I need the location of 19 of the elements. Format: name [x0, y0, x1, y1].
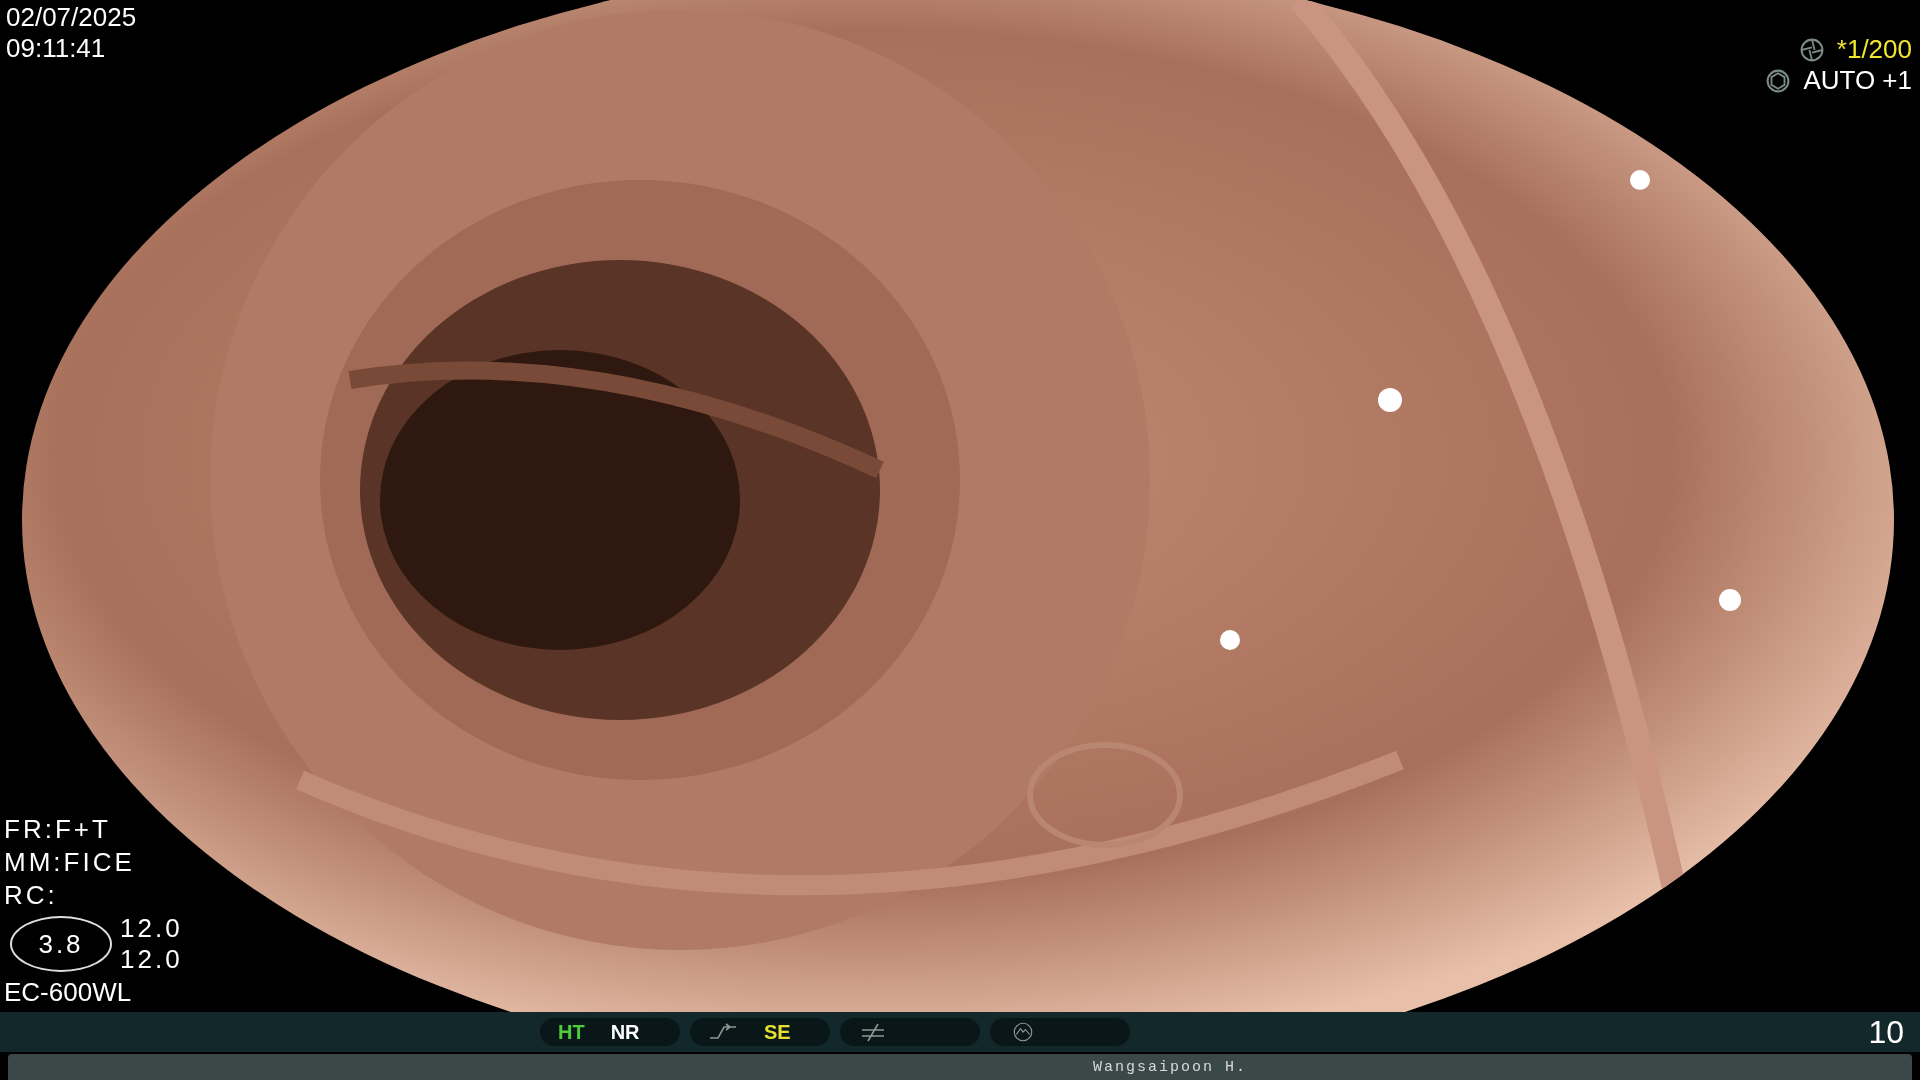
scope-model-text: EC-600WL — [4, 977, 133, 1008]
setting-text: FR:F+T — [4, 814, 112, 845]
time-text: 09:11:41 — [6, 33, 107, 64]
mode-label: HT — [558, 1020, 585, 1044]
reading-text: 12.0 — [120, 944, 183, 975]
iris-icon — [1765, 67, 1792, 94]
reading-text: 12.0 — [120, 913, 183, 944]
aperture-icon — [1798, 36, 1825, 63]
mode-label: SE — [764, 1020, 791, 1044]
operator-name: Wangsaipoon H. — [1093, 1058, 1247, 1076]
setting-text: MM:FICE — [4, 847, 136, 878]
date-text: 02/07/2025 — [6, 2, 137, 33]
shutter-text: *1/200 — [1836, 34, 1912, 65]
curve-icon — [708, 1022, 738, 1042]
zoom-badge: 3.8 — [10, 916, 112, 972]
iris-text: AUTO +1 — [1803, 65, 1912, 96]
setting-text: RC: — [4, 880, 59, 911]
frame-number: 10 — [1868, 1013, 1904, 1051]
mode-label: NR — [610, 1020, 640, 1044]
